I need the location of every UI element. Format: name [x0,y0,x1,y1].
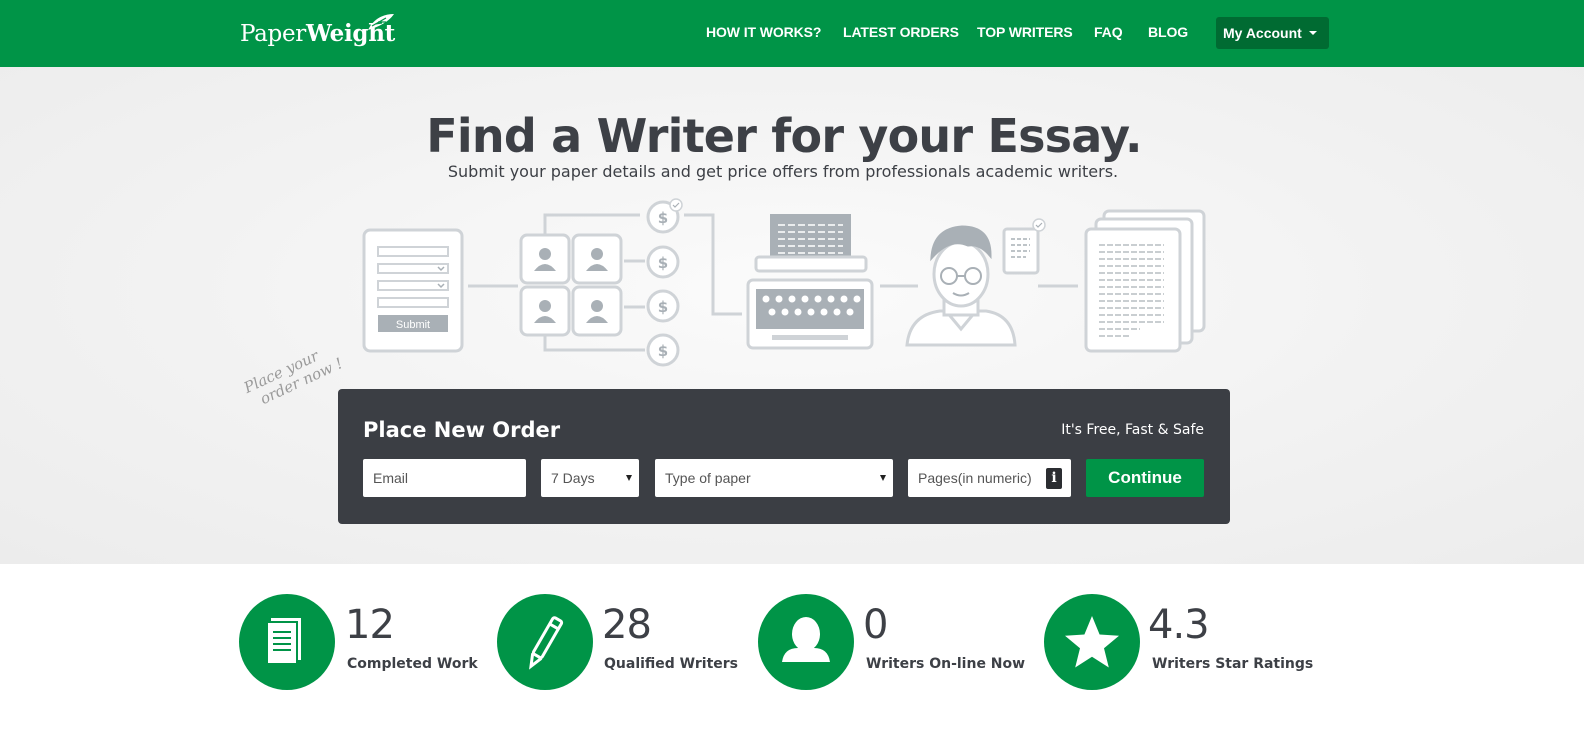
illustration-submit-label: Submit [396,319,430,331]
top-navigation-bar: PaperWeight HOW IT WORKS? LATEST ORDERS … [0,0,1584,67]
stats-section: 12 Completed Work 28 Qualified Writers 0… [0,564,1584,729]
paper-type-select[interactable]: Type of paper [655,459,893,497]
my-account-dropdown[interactable]: My Account [1216,17,1329,49]
paper-type-select-value: Type of paper [665,470,751,486]
continue-button[interactable]: Continue [1086,459,1204,497]
svg-text:$: $ [658,342,668,360]
process-illustration: Submit $ $ $ $ [362,198,1206,367]
star-ratings-value: 4.3 [1148,602,1210,648]
completed-work-badge [239,594,335,690]
nav-top-writers[interactable]: TOP WRITERS [977,24,1073,40]
star-ratings-label: Writers Star Ratings [1152,656,1314,672]
place-order-panel: Place New Order It's Free, Fast & Safe 7… [338,389,1230,524]
deadline-select-value: 7 Days [551,470,595,486]
star-icon [1065,616,1119,668]
finished-papers-illustration [1084,209,1206,353]
writers-grid-illustration [519,233,623,337]
user-icon [782,617,830,662]
document-icon [266,618,301,665]
dropdown-arrow-icon [880,475,886,481]
info-icon[interactable]: i [1046,468,1062,489]
order-form-illustration: Submit [362,228,464,353]
dropdown-arrow-icon [626,475,632,481]
my-account-label: My Account [1223,25,1302,41]
typewriter-illustration [746,214,874,350]
star-ratings-badge [1044,594,1140,690]
writers-online-label: Writers On-line Now [866,656,1026,672]
leaf-icon [368,14,394,30]
pages-input[interactable] [918,459,1038,497]
price-offers-illustration: $ $ $ $ [646,198,683,367]
pen-icon [529,616,564,670]
completed-work-value: 12 [345,602,395,648]
caret-down-icon [1309,31,1317,35]
qualified-writers-label: Qualified Writers [604,656,739,672]
svg-text:$: $ [658,298,668,316]
email-field-wrapper [363,459,526,497]
email-input[interactable] [373,459,526,497]
nav-blog[interactable]: BLOG [1148,24,1188,40]
svg-text:$: $ [658,254,668,272]
writers-online-badge [758,594,854,690]
writer-avatar-illustration [905,218,1046,347]
qualified-writers-value: 28 [602,602,652,648]
hero-section: Find a Writer for your Essay. Submit you… [0,67,1584,564]
logo-part-paper: Paper [240,21,306,47]
nav-latest-orders[interactable]: LATEST ORDERS [843,24,959,40]
svg-text:$: $ [658,209,668,227]
deadline-select[interactable]: 7 Days [541,459,639,497]
qualified-writers-badge [497,594,593,690]
logo[interactable]: PaperWeight [240,14,395,47]
nav-how-it-works[interactable]: HOW IT WORKS? [706,24,821,40]
order-panel-tagline: It's Free, Fast & Safe [1061,422,1204,438]
nav-faq[interactable]: FAQ [1094,24,1123,40]
order-panel-title: Place New Order [363,418,561,442]
pages-field-wrapper: i [908,459,1071,497]
completed-work-label: Completed Work [347,656,478,672]
writers-online-value: 0 [863,602,888,648]
